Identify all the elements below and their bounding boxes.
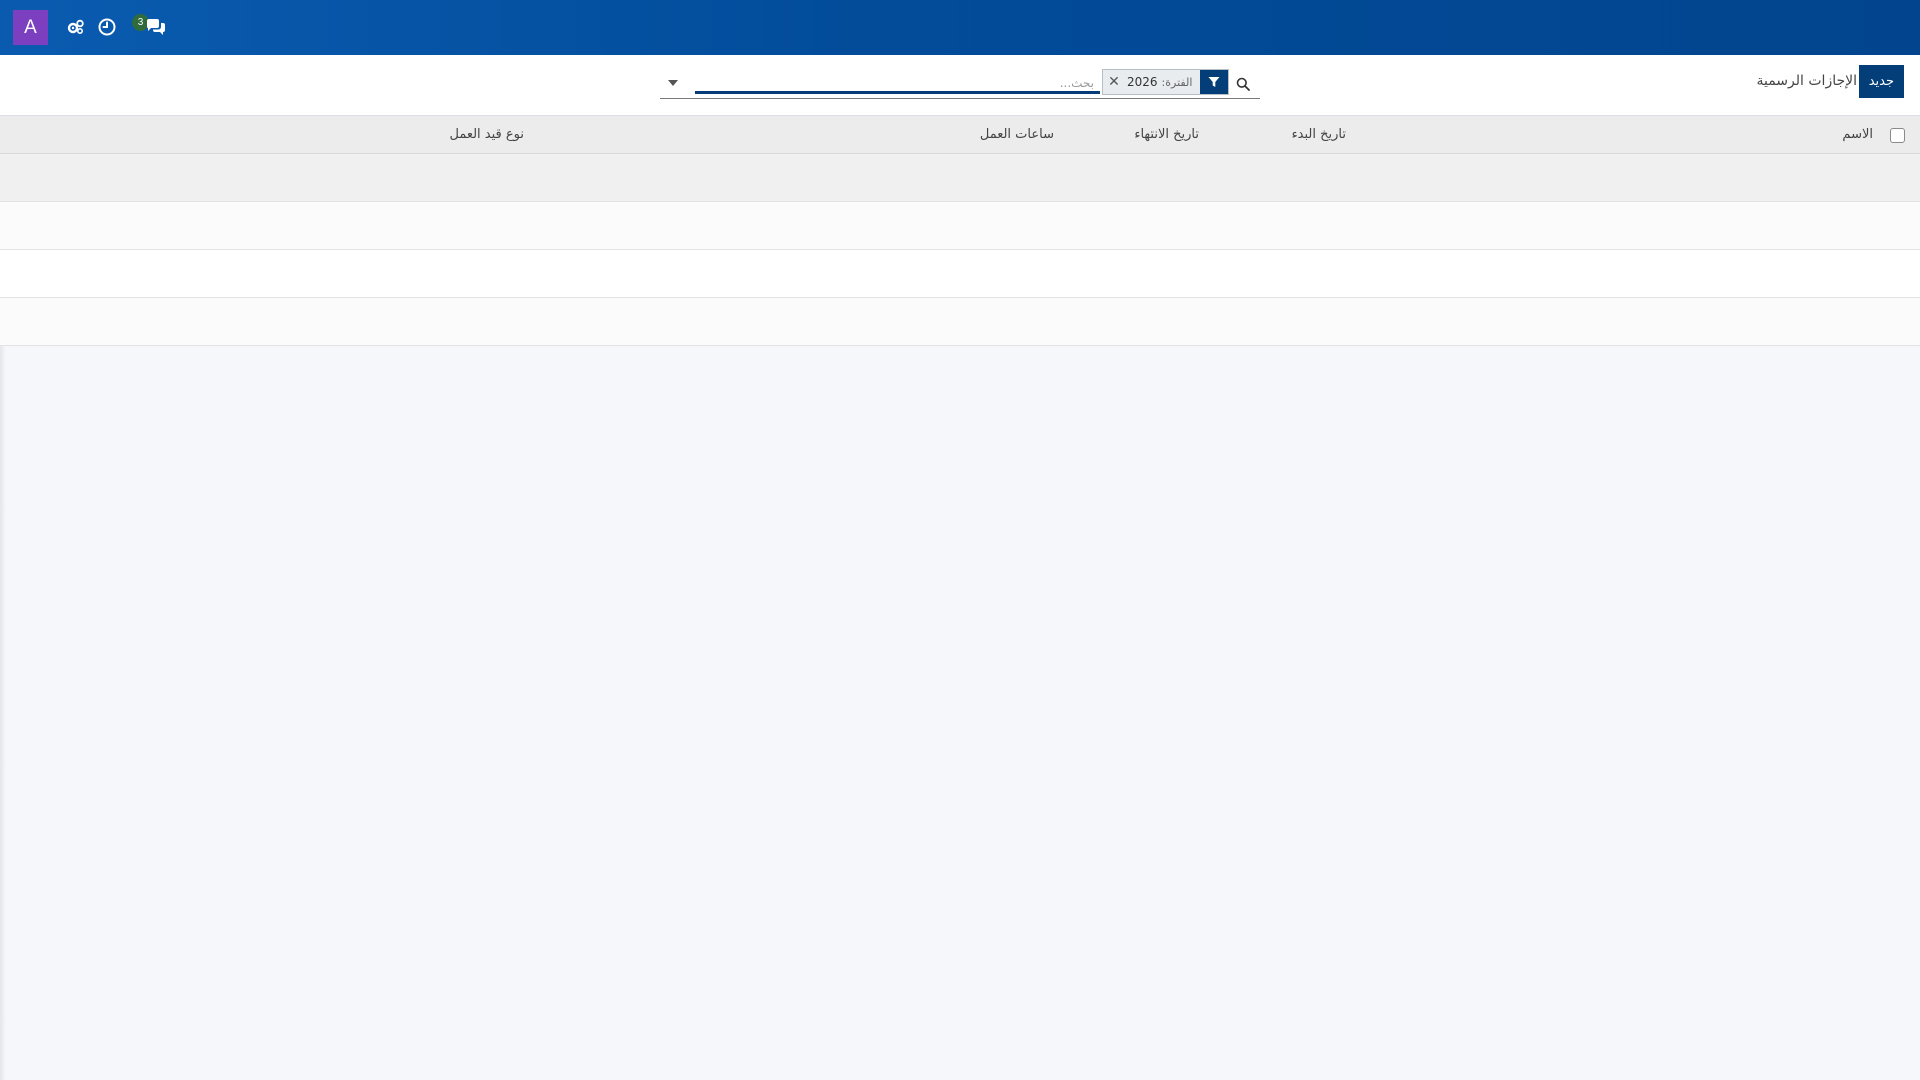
column-header-name[interactable]: الاسم xyxy=(1842,127,1873,142)
filter-icon xyxy=(1200,70,1229,94)
close-icon[interactable]: ✕ xyxy=(1103,70,1125,94)
gears-icon[interactable] xyxy=(65,16,87,38)
search-input-focus-line xyxy=(695,91,1100,94)
page-title: الإجازات الرسمية xyxy=(1756,73,1857,89)
column-header-start-date[interactable]: تاريخ البدء xyxy=(1292,127,1346,142)
table-header: الاسم تاريخ البدء تاريخ الانتهاء ساعات ا… xyxy=(0,116,1920,154)
select-all-checkbox[interactable] xyxy=(1890,128,1905,143)
top-navbar: A 3 xyxy=(0,0,1920,55)
table-row xyxy=(0,154,1920,202)
control-panel: جديد الإجازات الرسمية بحث... ✕ الفترة: 2… xyxy=(0,55,1920,116)
table-row xyxy=(0,202,1920,250)
facet-values: الفترة: 2026 xyxy=(1125,70,1200,94)
column-header-work-entry-type[interactable]: نوع قيد العمل xyxy=(449,127,524,142)
caret-down-icon xyxy=(668,80,678,86)
table-row xyxy=(0,250,1920,298)
facet-value: 2026 xyxy=(1127,75,1158,89)
search-facet-period: ✕ الفترة: 2026 xyxy=(1102,69,1230,95)
list-table: الاسم تاريخ البدء تاريخ الانتهاء ساعات ا… xyxy=(0,116,1920,346)
table-row xyxy=(0,298,1920,346)
facet-label: الفترة: xyxy=(1161,75,1193,89)
search-bar: بحث... ✕ الفترة: 2026 xyxy=(660,67,1260,99)
search-icon[interactable] xyxy=(1232,73,1254,95)
search-input[interactable]: بحث... xyxy=(1024,76,1094,90)
search-options-toggle[interactable] xyxy=(660,73,686,93)
chat-icon[interactable] xyxy=(145,16,167,38)
clock-icon[interactable] xyxy=(96,16,118,38)
user-avatar[interactable]: A xyxy=(13,10,48,45)
new-button[interactable]: جديد xyxy=(1858,65,1904,98)
column-header-working-hours[interactable]: ساعات العمل xyxy=(980,127,1054,142)
column-header-end-date[interactable]: تاريخ الانتهاء xyxy=(1134,127,1199,142)
